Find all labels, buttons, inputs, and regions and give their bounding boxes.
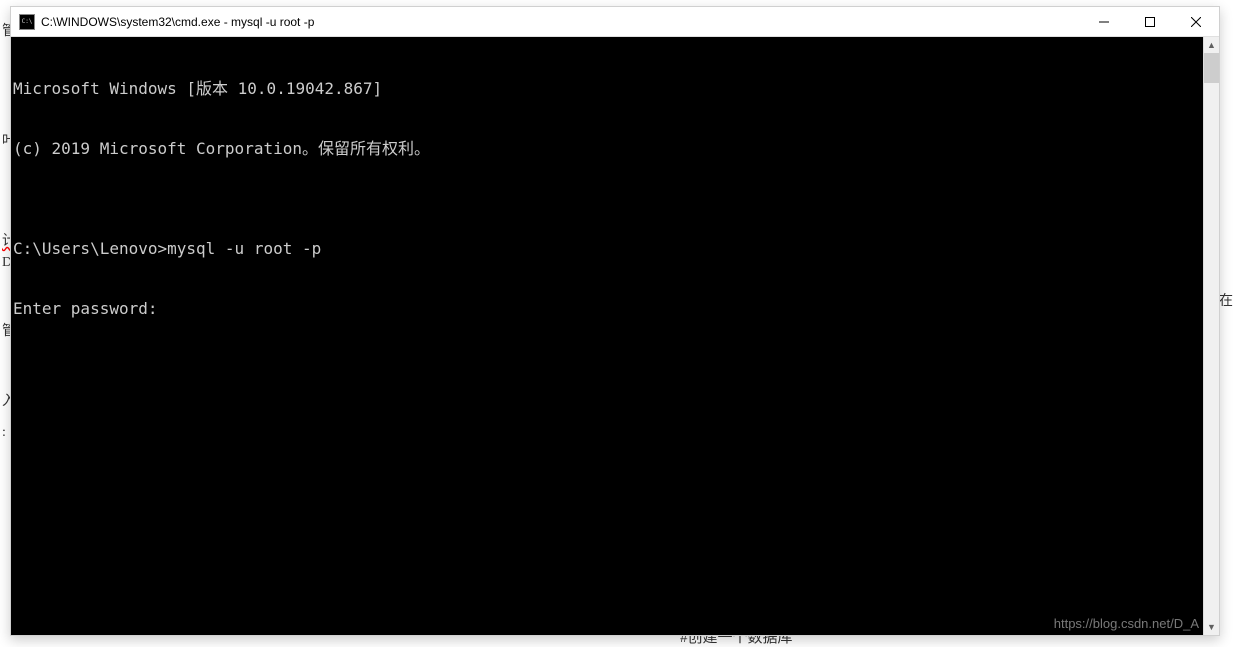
terminal-line: C:\Users\Lenovo>mysql -u root -p bbox=[13, 239, 1203, 259]
cmd-icon bbox=[19, 14, 35, 30]
bg-fragment: : bbox=[2, 425, 6, 441]
maximize-icon bbox=[1145, 17, 1155, 27]
titlebar[interactable]: C:\WINDOWS\system32\cmd.exe - mysql -u r… bbox=[11, 7, 1219, 37]
vertical-scrollbar[interactable]: ▲ ▼ bbox=[1203, 37, 1219, 635]
terminal-area[interactable]: Microsoft Windows [版本 10.0.19042.867] (c… bbox=[11, 37, 1219, 635]
window-controls bbox=[1081, 7, 1219, 36]
maximize-button[interactable] bbox=[1127, 7, 1173, 36]
minimize-icon bbox=[1099, 17, 1109, 27]
scroll-down-button[interactable]: ▼ bbox=[1204, 619, 1219, 635]
window-title: C:\WINDOWS\system32\cmd.exe - mysql -u r… bbox=[41, 15, 1081, 29]
bg-fragment: 在 bbox=[1219, 290, 1233, 310]
close-icon bbox=[1191, 17, 1201, 27]
cmd-window: C:\WINDOWS\system32\cmd.exe - mysql -u r… bbox=[10, 6, 1220, 636]
scroll-up-button[interactable]: ▲ bbox=[1204, 37, 1219, 53]
scroll-thumb[interactable] bbox=[1204, 53, 1219, 83]
terminal-line: Microsoft Windows [版本 10.0.19042.867] bbox=[13, 79, 1203, 99]
terminal-line: (c) 2019 Microsoft Corporation。保留所有权利。 bbox=[13, 139, 1203, 159]
terminal-content[interactable]: Microsoft Windows [版本 10.0.19042.867] (c… bbox=[11, 37, 1203, 635]
minimize-button[interactable] bbox=[1081, 7, 1127, 36]
terminal-line: Enter password: bbox=[13, 299, 1203, 319]
watermark-text: https://blog.csdn.net/D_A bbox=[1054, 616, 1199, 631]
close-button[interactable] bbox=[1173, 7, 1219, 36]
